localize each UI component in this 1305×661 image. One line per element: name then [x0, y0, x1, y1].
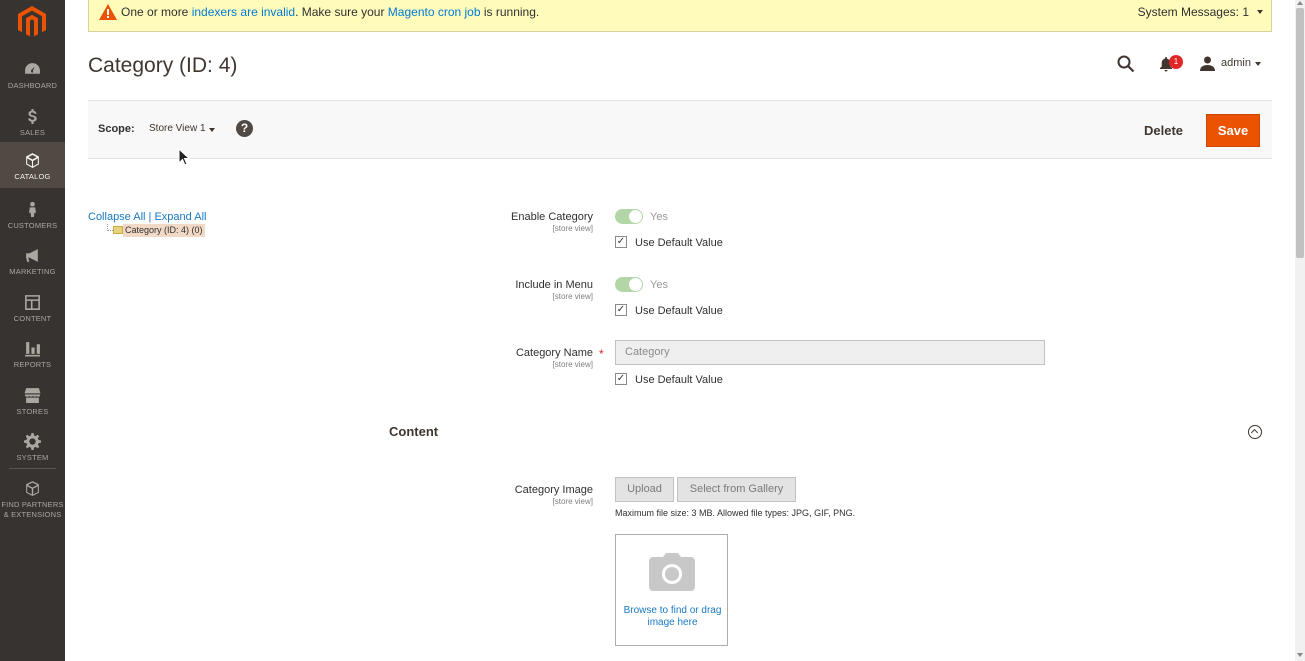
tree-node-label[interactable]: Category (ID: 4) (0): [123, 224, 205, 237]
nav-reports[interactable]: REPORTS: [0, 334, 65, 380]
content-section-title[interactable]: Content: [389, 424, 438, 439]
delete-button[interactable]: Delete: [1138, 114, 1189, 147]
scroll-down-icon[interactable]: [1297, 653, 1303, 657]
admin-sidebar: DASHBOARD SALES CATALOG CUSTOMERS MARKET…: [0, 0, 65, 661]
nav-catalog-label: CATALOG: [14, 172, 51, 181]
nav-content[interactable]: CONTENT: [0, 288, 65, 334]
nav-catalog[interactable]: CATALOG: [0, 142, 65, 188]
enable-category-label-text: Enable Category: [511, 211, 593, 223]
category-image-label: Category Image [store view]: [413, 484, 593, 506]
system-message-bar: One or more indexers are invalid. Make s…: [88, 0, 1272, 32]
chevron-up-icon[interactable]: [1248, 425, 1262, 439]
dollar-icon: [0, 108, 65, 128]
magento-logo[interactable]: [18, 6, 46, 38]
storefront-icon: [0, 387, 65, 407]
category-image-label-text: Category Image: [514, 484, 593, 496]
nav-sales-label: SALES: [19, 128, 46, 137]
enable-category-toggle[interactable]: [615, 209, 643, 224]
chevron-down-icon[interactable]: [1257, 10, 1263, 14]
chevron-down-icon[interactable]: [209, 128, 215, 132]
chevron-down-icon[interactable]: [1255, 62, 1261, 66]
required-marker: *: [599, 347, 604, 361]
message-suffix: is running.: [480, 5, 540, 19]
layout-icon: [0, 294, 65, 314]
scroll-thumb[interactable]: [1296, 8, 1304, 258]
notification-badge[interactable]: 1: [1169, 55, 1183, 69]
upload-button[interactable]: Upload: [615, 477, 674, 502]
scope-switcher[interactable]: Store View 1: [149, 123, 206, 134]
page-actions-bar: Scope: Store View 1 ? Delete Save: [88, 100, 1272, 159]
indexers-link[interactable]: indexers are invalid: [192, 5, 295, 19]
search-icon[interactable]: [1117, 55, 1135, 73]
message-prefix: One or more: [121, 5, 192, 19]
use-default-label: Use Default Value: [635, 374, 723, 386]
nav-customers-label: CUSTOMERS: [7, 221, 58, 230]
include-in-menu-toggle[interactable]: [615, 277, 643, 292]
cron-job-link[interactable]: Magento cron job: [388, 5, 481, 19]
system-messages-toggle[interactable]: System Messages: 1: [1138, 5, 1249, 19]
message-middle: . Make sure your: [295, 5, 388, 19]
folder-icon: [113, 226, 123, 234]
nav-content-label: CONTENT: [13, 314, 52, 323]
dashboard-icon: [0, 61, 65, 81]
page-scrollbar[interactable]: [1295, 0, 1305, 661]
scope-label: Scope:: [98, 123, 135, 135]
nav-find-partners-label: FIND PARTNERS: [1, 500, 64, 509]
bar-chart-icon: [0, 340, 65, 360]
file-size-note: Maximum file size: 3 MB. Allowed file ty…: [615, 508, 856, 518]
collapse-all-link[interactable]: Collapse All: [88, 211, 145, 223]
nav-dashboard-label: DASHBOARD: [7, 81, 58, 90]
nav-find-partners[interactable]: FIND PARTNERS & EXTENSIONS: [0, 474, 65, 520]
help-icon[interactable]: ?: [236, 120, 253, 137]
category-name-label-text: Category Name: [515, 347, 593, 359]
user-icon[interactable]: [1200, 56, 1215, 71]
mouse-cursor-icon: [178, 148, 190, 166]
page-title: Category (ID: 4): [88, 54, 238, 77]
category-name-default-checkbox[interactable]: ✓: [615, 373, 627, 385]
cube-icon: [0, 152, 65, 172]
nav-reports-label: REPORTS: [13, 360, 52, 369]
nav-marketing[interactable]: MARKETING: [0, 241, 65, 287]
category-name-input[interactable]: Category: [615, 340, 1045, 365]
nav-customers[interactable]: CUSTOMERS: [0, 195, 65, 241]
include-in-menu-value: Yes: [650, 279, 668, 291]
include-in-menu-label-text: Include in Menu: [515, 279, 593, 291]
nav-dashboard[interactable]: DASHBOARD: [0, 55, 65, 101]
select-from-gallery-button[interactable]: Select from Gallery: [677, 477, 796, 502]
nav-system-label: SYSTEM: [16, 453, 49, 462]
megaphone-icon: [0, 247, 65, 267]
enable-category-default-checkbox[interactable]: ✓: [615, 236, 627, 248]
image-dropzone[interactable]: Browse to find or drag image here: [615, 534, 728, 646]
nav-stores[interactable]: STORES: [0, 381, 65, 427]
expand-all-link[interactable]: Expand All: [154, 211, 206, 223]
person-icon: [0, 201, 65, 221]
nav-divider: [9, 468, 56, 469]
use-default-label: Use Default Value: [635, 237, 723, 249]
scroll-up-icon[interactable]: [1297, 1, 1303, 5]
warning-icon: [99, 4, 117, 20]
store-view-scope: [store view]: [552, 360, 593, 369]
nav-system[interactable]: SYSTEM: [0, 427, 65, 473]
nav-marketing-label: MARKETING: [9, 267, 56, 276]
nav-find-partners-label-2: & EXTENSIONS: [3, 510, 62, 519]
message-text: One or more indexers are invalid. Make s…: [121, 5, 539, 19]
enable-category-value: Yes: [650, 211, 668, 223]
store-view-scope: [store view]: [552, 292, 593, 301]
category-name-label: Category Name [store view]: [413, 347, 593, 369]
tree-link-separator: |: [148, 211, 152, 223]
tree-controls: Collapse All | Expand All: [88, 211, 206, 223]
store-view-scope: [store view]: [552, 497, 593, 506]
enable-category-label: Enable Category [store view]: [413, 211, 593, 233]
admin-user-menu[interactable]: admin: [1221, 57, 1251, 69]
nav-stores-label: STORES: [16, 407, 49, 416]
dropzone-text[interactable]: Browse to find or drag image here: [622, 605, 723, 629]
include-in-menu-label: Include in Menu [store view]: [413, 279, 593, 301]
box-icon: [0, 480, 65, 500]
use-default-label: Use Default Value: [635, 305, 723, 317]
include-in-menu-default-checkbox[interactable]: ✓: [615, 304, 627, 316]
camera-icon: [649, 553, 695, 591]
save-button[interactable]: Save: [1206, 114, 1260, 147]
store-view-scope: [store view]: [552, 224, 593, 233]
gear-icon: [0, 433, 65, 453]
